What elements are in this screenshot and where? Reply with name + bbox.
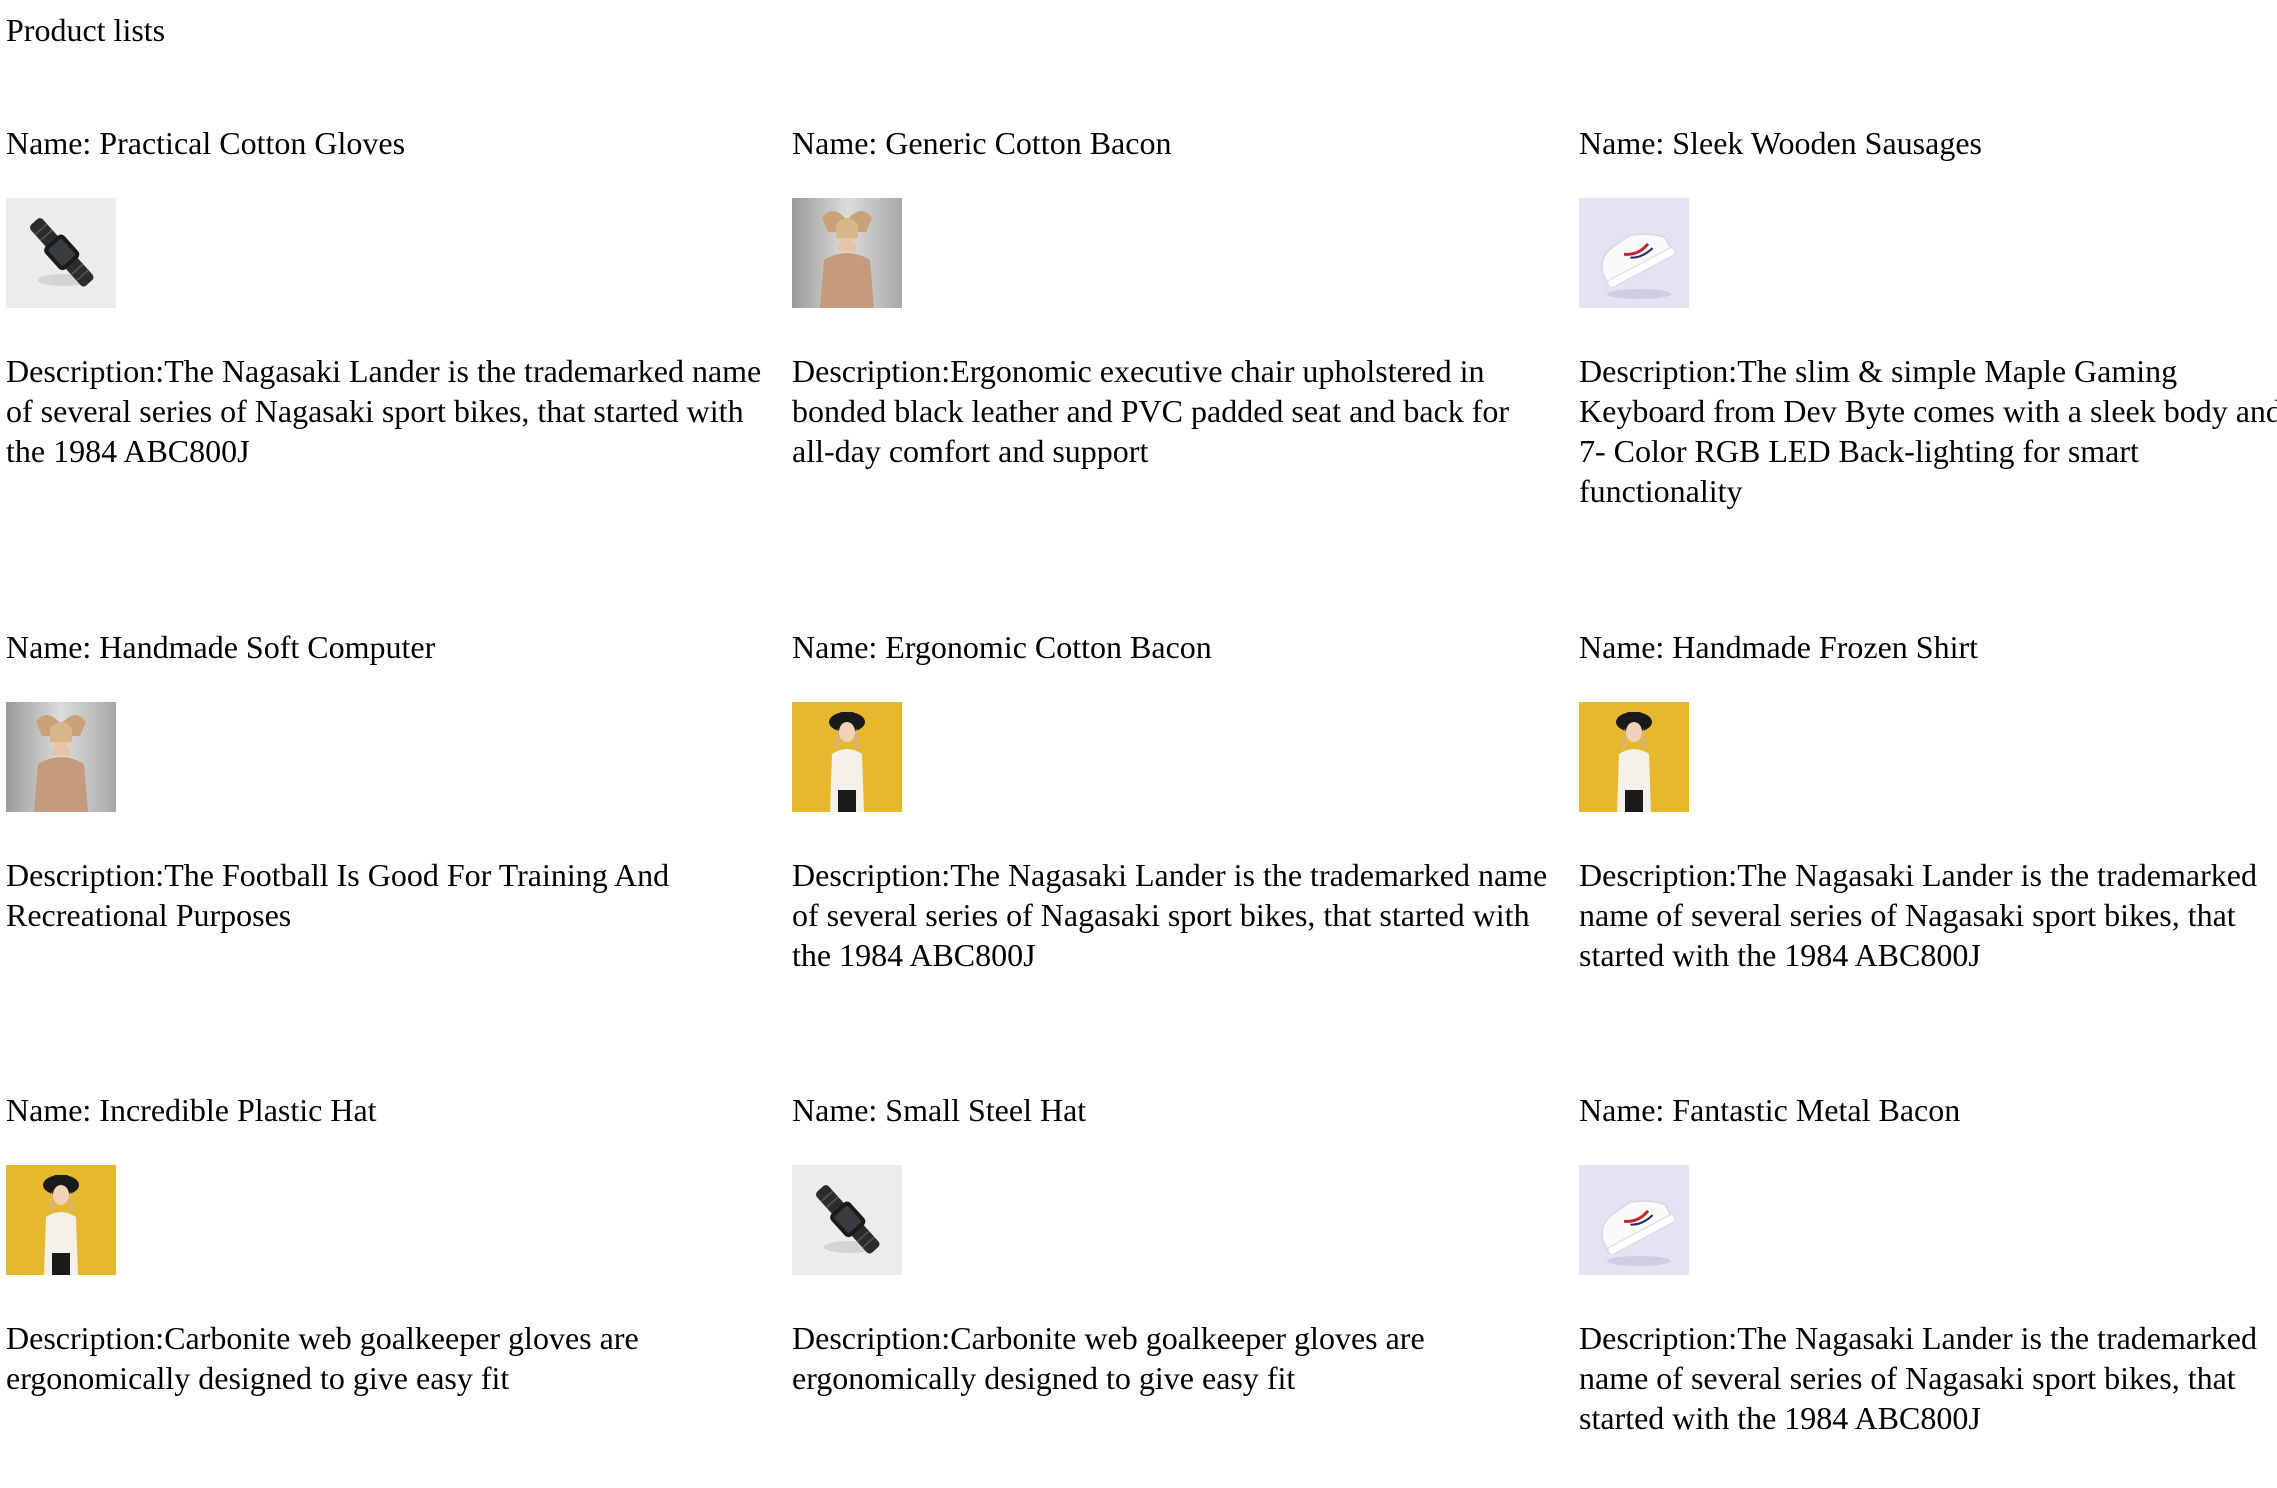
woman-hat-yellow-photo-icon — [792, 702, 902, 812]
product-name: Name: Generic Cotton Bacon — [792, 125, 1172, 161]
product-name: Name: Handmade Soft Computer — [6, 629, 436, 665]
product-image — [792, 198, 902, 308]
product-name: Name: Practical Cotton Gloves — [6, 125, 406, 161]
product-description: Description:Carbonite web goalkeeper glo… — [792, 1320, 1425, 1396]
product-name: Name: Ergonomic Cotton Bacon — [792, 629, 1212, 665]
woman-sweater-photo-icon — [6, 702, 116, 812]
product-name: Name: Sleek Wooden Sausages — [1579, 125, 1982, 161]
sneaker-photo-icon — [1579, 1165, 1689, 1275]
sneaker-photo-icon — [1579, 198, 1689, 308]
product-description: Description:Ergonomic executive chair up… — [792, 353, 1510, 469]
product-image — [1579, 1165, 1689, 1275]
product-name: Name: Incredible Plastic Hat — [6, 1092, 377, 1128]
product-name: Name: Small Steel Hat — [792, 1092, 1087, 1128]
watch-photo-icon — [6, 198, 116, 308]
woman-hat-yellow-photo-icon — [6, 1165, 116, 1275]
product-description: Description:The Football Is Good For Tra… — [6, 857, 670, 933]
product-description: Description:The Nagasaki Lander is the t… — [6, 353, 762, 469]
woman-hat-yellow-photo-icon — [1579, 702, 1689, 812]
product-image — [792, 1165, 902, 1275]
product-image — [792, 702, 902, 812]
product-description: Description:The slim & simple Maple Gami… — [1579, 353, 2277, 509]
product-description: Description:The Nagasaki Lander is the t… — [1579, 857, 2257, 973]
product-image — [6, 1165, 116, 1275]
product-image — [6, 702, 116, 812]
product-image — [1579, 198, 1689, 308]
watch-photo-icon — [792, 1165, 902, 1275]
product-description: Description:The Nagasaki Lander is the t… — [1579, 1320, 2257, 1436]
product-name: Name: Fantastic Metal Bacon — [1579, 1092, 1961, 1128]
product-description: Description:Carbonite web goalkeeper glo… — [6, 1320, 639, 1396]
product-image — [6, 198, 116, 308]
product-grid: Name: Practical Cotton Gloves Descriptio… — [0, 0, 2277, 1488]
woman-sweater-photo-icon — [792, 198, 902, 308]
product-name: Name: Handmade Frozen Shirt — [1579, 629, 1978, 665]
product-description: Description:The Nagasaki Lander is the t… — [792, 857, 1548, 973]
product-image — [1579, 702, 1689, 812]
